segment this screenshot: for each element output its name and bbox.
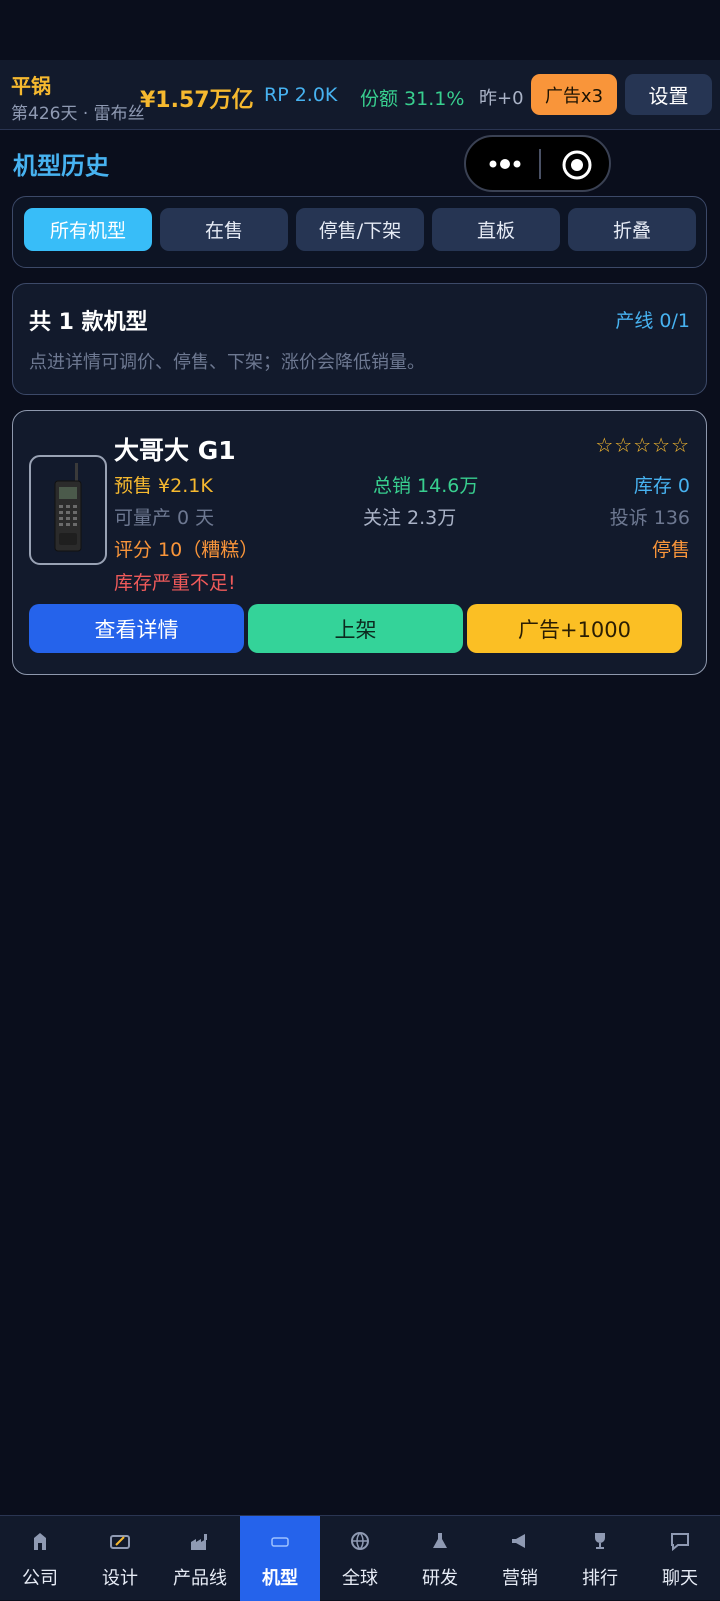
filter-tab-foldable[interactable]: 折叠 xyxy=(568,208,696,251)
filter-tabs: 所有机型 在售 停售/下架 直板 折叠 xyxy=(12,196,707,268)
nav-marketing[interactable]: 营销 xyxy=(480,1516,560,1601)
nav-research[interactable]: 研发 xyxy=(400,1516,480,1601)
rp-display: RP 2.0K xyxy=(264,84,338,106)
nav-ranking[interactable]: 排行 xyxy=(560,1516,640,1601)
nav-models[interactable]: 机型 xyxy=(240,1516,320,1601)
design-icon xyxy=(110,1535,130,1549)
company-name: 平锅 xyxy=(11,74,51,98)
building-icon xyxy=(34,1533,46,1550)
filter-tab-all[interactable]: 所有机型 xyxy=(24,208,152,251)
factory-icon xyxy=(191,1534,207,1550)
view-details-button[interactable]: 查看详情 xyxy=(29,604,244,653)
nav-design[interactable]: 设计 xyxy=(80,1516,160,1601)
nav-label: 机型 xyxy=(262,1568,298,1589)
nav-chat[interactable]: 聊天 xyxy=(640,1516,720,1601)
day-info: 第426天 · 雷布丝 xyxy=(11,104,145,124)
money-display: ¥1.57万亿 xyxy=(140,88,254,113)
filter-tab-bar[interactable]: 直板 xyxy=(432,208,560,251)
production-capacity: 可量产 0 天 xyxy=(114,507,215,529)
phone-thumbnail xyxy=(29,455,107,565)
brick-phone-icon xyxy=(54,463,82,552)
phone-icon xyxy=(271,1537,289,1547)
flask-icon xyxy=(433,1533,447,1548)
summary-hint: 点进详情可调价、停售、下架；涨价会降低销量。 xyxy=(29,352,425,373)
megaphone-icon xyxy=(512,1534,525,1548)
filter-tab-on-sale[interactable]: 在售 xyxy=(160,208,288,251)
status-badge: 停售 xyxy=(651,539,690,561)
page-title: 机型历史 xyxy=(13,152,109,180)
follow-count: 关注 2.3万 xyxy=(363,507,457,529)
phone-model-card[interactable]: 大哥大 G1 ☆☆☆☆☆ 预售 ¥2.1K 总销 14.6万 库存 0 可量产 … xyxy=(12,410,707,675)
nav-label: 排行 xyxy=(582,1568,618,1589)
production-line-count: 产线 0/1 xyxy=(615,310,690,332)
nav-label: 公司 xyxy=(22,1568,58,1589)
ad-bonus-button[interactable]: 广告x3 xyxy=(531,74,617,115)
rating-score: 评分 10（糟糕） xyxy=(114,539,259,561)
miniprogram-capsule xyxy=(464,135,611,192)
stock-count: 库存 0 xyxy=(633,475,690,497)
top-stats-bar: 平锅 第426天 · 雷布丝 ¥1.57万亿 RP 2.0K 份额 31.1% … xyxy=(0,60,720,130)
nav-label: 聊天 xyxy=(662,1568,698,1589)
settings-button[interactable]: 设置 xyxy=(625,74,712,115)
nav-label: 产品线 xyxy=(173,1568,227,1589)
globe-icon xyxy=(351,1532,369,1550)
nav-global[interactable]: 全球 xyxy=(320,1516,400,1601)
bottom-navigation: 公司 设计 产品线 机型 全球 研发 营销 排行 聊天 xyxy=(0,1515,720,1601)
total-sales: 总销 14.6万 xyxy=(373,475,479,497)
nav-label: 设计 xyxy=(102,1568,138,1589)
nav-product-line[interactable]: 产品线 xyxy=(160,1516,240,1601)
chat-icon xyxy=(671,1533,689,1552)
nav-label: 全球 xyxy=(342,1568,378,1589)
list-on-sale-button[interactable]: 上架 xyxy=(248,604,463,653)
presale-price: 预售 ¥2.1K xyxy=(114,475,213,497)
phone-name: 大哥大 G1 xyxy=(114,436,236,465)
yesterday-change: 昨+0 xyxy=(479,88,524,109)
summary-card: 共 1 款机型 产线 0/1 点进详情可调价、停售、下架；涨价会降低销量。 xyxy=(12,283,707,395)
model-count: 共 1 款机型 xyxy=(29,310,148,335)
star-rating: ☆☆☆☆☆ xyxy=(595,433,690,457)
capsule-divider xyxy=(539,149,541,179)
market-share-display: 份额 31.1% xyxy=(360,88,465,110)
more-menu-icon[interactable] xyxy=(486,149,526,179)
stock-warning: 库存严重不足! xyxy=(114,572,236,594)
nav-label: 研发 xyxy=(422,1568,458,1589)
advertise-button[interactable]: 广告+1000 xyxy=(467,604,682,653)
status-bar-area xyxy=(0,0,720,60)
complaint-count: 投诉 136 xyxy=(609,507,690,529)
trophy-icon xyxy=(595,1533,605,1549)
close-miniprogram-icon[interactable] xyxy=(561,149,593,181)
nav-label: 营销 xyxy=(502,1568,538,1589)
filter-tab-discontinued[interactable]: 停售/下架 xyxy=(296,208,424,251)
nav-company[interactable]: 公司 xyxy=(0,1516,80,1601)
